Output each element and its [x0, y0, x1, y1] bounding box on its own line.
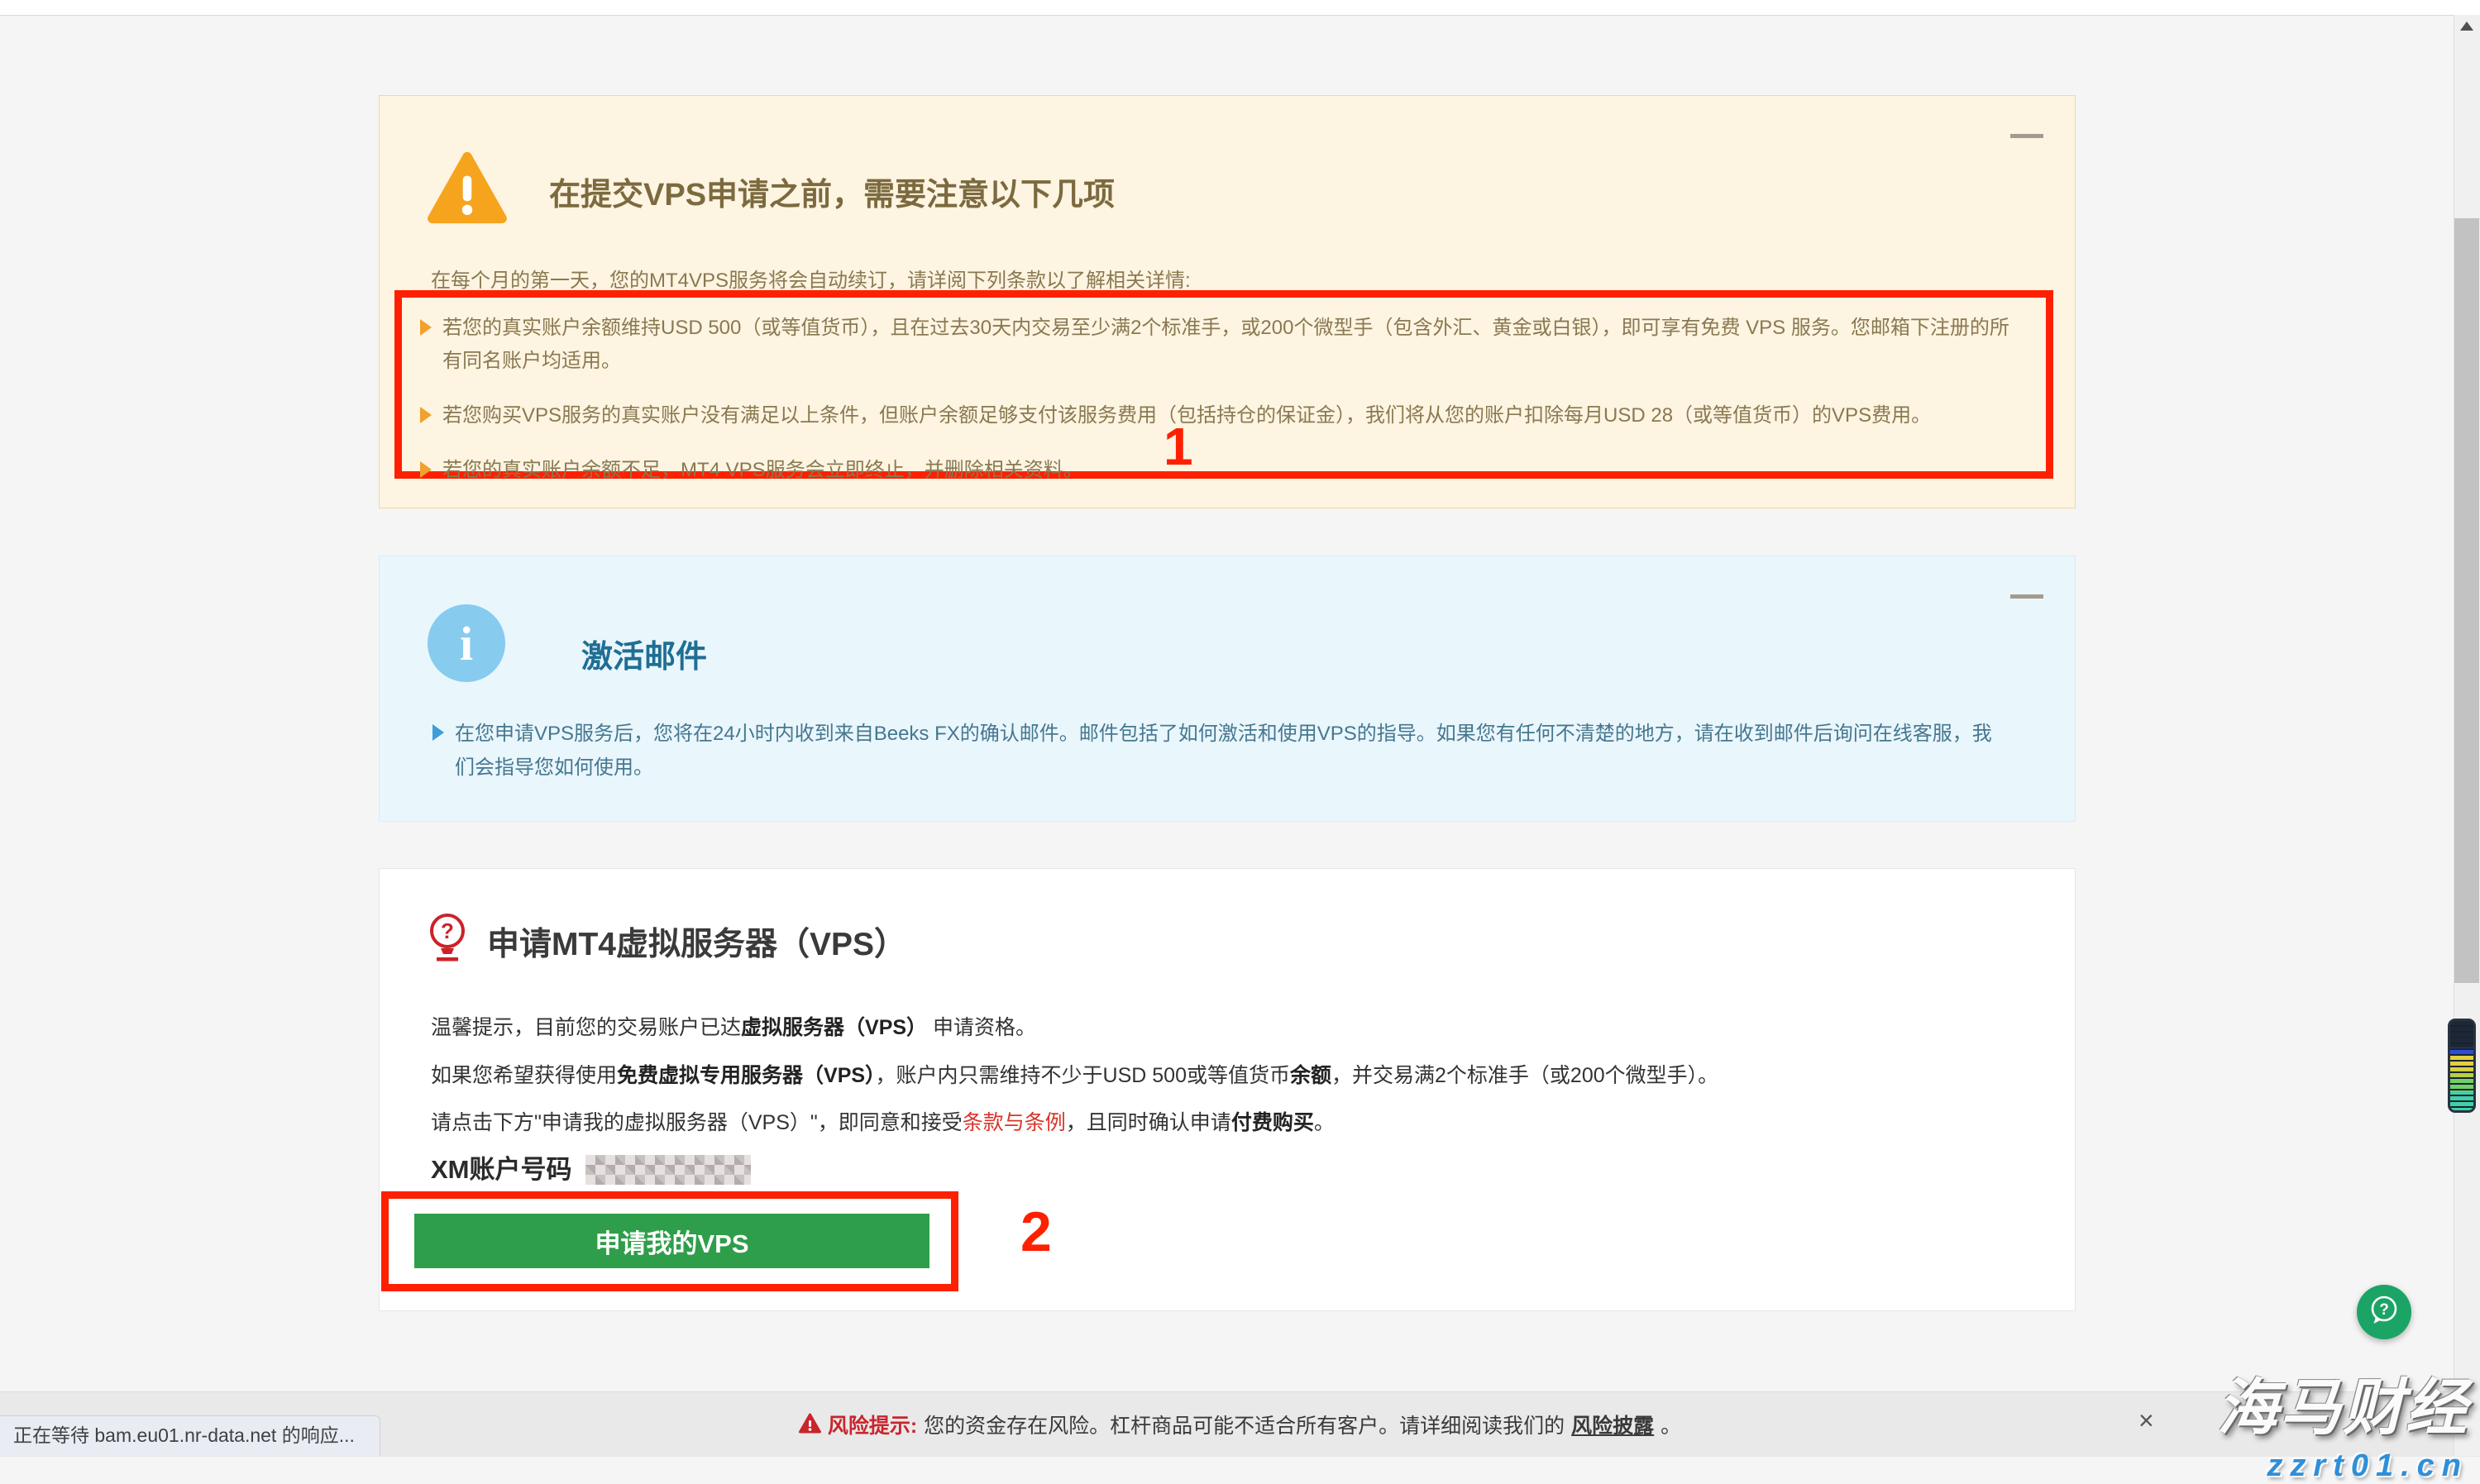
top-strip: [0, 0, 2480, 16]
question-bubble-icon: ?: [2366, 1292, 2402, 1333]
stamp-icon: ?: [426, 912, 469, 967]
collapse-icon[interactable]: [2010, 594, 2043, 599]
notice-intro: 在每个月的第一天，您的MT4VPS服务将会自动续订，请详阅下列条款以了解相关详情…: [431, 264, 1191, 293]
vps-notice-panel: 在提交VPS申请之前，需要注意以下几项 在每个月的第一天，您的MT4VPS服务将…: [379, 95, 2076, 508]
annotation-number-2: 2: [1020, 1204, 1052, 1260]
notice-bullet-1: 若您的真实账户余额维持USD 500（或等值货币），且在过去30天内交易至少满2…: [420, 312, 2028, 378]
risk-text: 您的资金存在风险。杠杆商品可能不适合所有客户。请详细阅读我们的: [924, 1410, 1565, 1439]
annotation-frame-1: 若您的真实账户余额维持USD 500（或等值货币），且在过去30天内交易至少满2…: [394, 290, 2053, 479]
risk-suffix: 。: [1661, 1410, 1681, 1439]
bullet-arrow-icon: [420, 319, 432, 336]
apply-vps-panel: ? 申请MT4虚拟服务器（VPS） 温馨提示，目前您的交易账户已达虚拟服务器（V…: [379, 868, 2076, 1311]
collapse-icon[interactable]: [2010, 134, 2043, 138]
account-number-redacted: [585, 1155, 751, 1185]
risk-label: 风险提示:: [828, 1410, 917, 1439]
close-icon[interactable]: ×: [2138, 1407, 2154, 1434]
risk-disclosure-link[interactable]: 风险披露: [1571, 1410, 1654, 1439]
notice-bullet-2: 若您购买VPS服务的真实账户没有满足以上条件，但账户余额足够支付该服务费用（包括…: [420, 399, 2028, 432]
account-label: XM账户号码: [431, 1155, 572, 1184]
notice-bullet-3: 若您的真实账户余额不足，MT4 VPS服务会立即终止，并删除相关资料。: [420, 454, 2028, 487]
info-icon: i: [428, 604, 505, 682]
scroll-up-icon[interactable]: [2460, 21, 2473, 31]
apply-paragraph-2: 如果您希望获得使用免费虚拟专用服务器（VPS），账户内只需维持不少于USD 50…: [431, 1059, 1718, 1089]
email-bullet: 在您申请VPS服务后，您将在24小时内收到来自Beeks FX的确认邮件。邮件包…: [432, 717, 2012, 785]
apply-title: 申请MT4虚拟服务器（VPS）: [487, 919, 906, 965]
terms-and-conditions-link[interactable]: 条款与条例: [963, 1111, 1066, 1134]
help-button[interactable]: ?: [2357, 1285, 2411, 1339]
apply-vps-button[interactable]: 申请我的VPS: [414, 1214, 929, 1268]
svg-text:?: ?: [2379, 1301, 2389, 1319]
risk-triangle-icon: [799, 1413, 821, 1437]
bullet-arrow-icon: [420, 407, 432, 423]
annotation-number-1: 1: [1164, 420, 1193, 473]
scrollbar: [2454, 15, 2480, 1456]
bullet-arrow-icon: [420, 461, 432, 478]
account-row: XM账户号码: [431, 1148, 751, 1186]
warning-triangle-icon: [428, 150, 507, 229]
email-title: 激活邮件: [581, 631, 707, 676]
notice-title: 在提交VPS申请之前，需要注意以下几项: [549, 169, 1115, 214]
apply-paragraph-3: 请点击下方"申请我的虚拟服务器（VPS）"，即同意和接受条款与条例，且同时确认申…: [431, 1106, 1335, 1136]
activation-email-panel: i 激活邮件 在您申请VPS服务后，您将在24小时内收到来自Beeks FX的确…: [379, 556, 2076, 822]
apply-paragraph-1: 温馨提示，目前您的交易账户已达虚拟服务器（VPS） 申请资格。: [431, 1011, 1036, 1041]
right-edge-meter-widget: [2448, 1019, 2476, 1113]
svg-text:?: ?: [441, 919, 454, 943]
browser-status-tooltip: 正在等待 bam.eu01.nr-data.net 的响应...: [0, 1415, 380, 1456]
scrollbar-thumb[interactable]: [2454, 218, 2479, 983]
bullet-arrow-icon: [432, 724, 444, 741]
